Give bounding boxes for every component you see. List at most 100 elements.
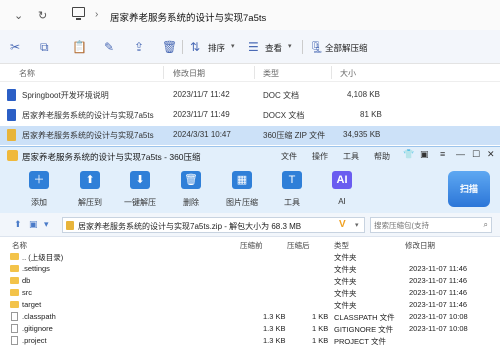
copy-icon[interactable]: ⧉ — [40, 40, 49, 55]
skin-icon[interactable]: 👕 — [403, 149, 414, 160]
image-compress-label: 图片压缩 — [226, 198, 258, 207]
paste-icon[interactable]: 📋 — [72, 40, 87, 54]
extract-icon: ⬆ — [80, 171, 100, 189]
archive-search-input[interactable] — [374, 219, 479, 231]
divider — [182, 40, 183, 54]
archive-row[interactable]: .project 1.3 KB 1 KB PROJECT 文件 — [0, 335, 500, 347]
chevron-down-icon[interactable]: ▾ — [231, 42, 235, 50]
entry-type: 文件夹 — [334, 265, 357, 274]
entry-modified: 2023-11-07 11:46 — [409, 264, 468, 273]
sort-icon[interactable]: ⇅ — [190, 40, 200, 54]
v-badge-icon[interactable]: V — [339, 219, 346, 230]
search-icon[interactable]: ⌕ — [484, 220, 488, 230]
close-icon[interactable]: ✕ — [487, 149, 495, 160]
archive-address-bar: ⬆ ▣ ▾ 居家养老服务系统的设计与实现7a5ts.zip - 解包大小为 68… — [0, 213, 500, 237]
chevron-down-icon[interactable]: ▾ — [355, 221, 359, 229]
chevron-right-icon[interactable]: › — [95, 9, 98, 20]
entry-packed: 1 KB — [312, 336, 329, 345]
column-type[interactable]: 类型 — [263, 68, 279, 79]
folder-nav-icon[interactable]: ▣ — [29, 219, 38, 230]
column-type[interactable]: 类型 — [334, 240, 349, 251]
delete-label: 删除 — [183, 198, 199, 207]
tools-button[interactable]: T 工具 — [269, 167, 315, 209]
one-click-extract-button[interactable]: ⬇ 一键解压 — [117, 167, 163, 209]
file-name: 居家养老服务系统的设计与实现7a5ts — [22, 111, 154, 120]
file-name: Springboot开发环境说明 — [22, 91, 109, 100]
extract-all-button[interactable]: 全部解压缩 — [325, 42, 368, 54]
archive-row[interactable]: db 文件夹 2023-11-07 11:46 — [0, 275, 500, 287]
tools-label: 工具 — [284, 198, 300, 207]
entry-size: 1.3 KB — [263, 324, 286, 333]
chevron-down-icon[interactable]: ▾ — [44, 219, 49, 230]
plus-icon: ＋ — [29, 171, 49, 189]
archive-row[interactable]: .. (上级目录) 文件夹 — [0, 251, 500, 263]
entry-name: .gitignore — [22, 324, 53, 333]
file-row-selected[interactable]: 居家养老服务系统的设计与实现7a5ts 2024/3/31 10:47 360压… — [0, 126, 500, 145]
minimize-icon[interactable]: — — [456, 149, 465, 159]
entry-name: src — [22, 288, 32, 297]
cut-icon[interactable]: ✂ — [10, 40, 20, 54]
archive-row[interactable]: .classpath 1.3 KB 1 KB CLASSPATH 文件 2023… — [0, 311, 500, 323]
entry-modified: 2023-11-07 11:46 — [409, 288, 468, 297]
maximize-icon[interactable]: ☐ — [472, 149, 480, 160]
share-icon[interactable]: ⇪ — [134, 40, 144, 54]
sort-button[interactable]: 排序 — [208, 42, 225, 54]
feedback-icon[interactable]: ▣ — [420, 149, 429, 160]
delete-button[interactable]: 🗑 删除 — [168, 167, 214, 209]
entry-type: CLASSPATH 文件 — [334, 313, 395, 322]
delete-icon[interactable]: 🗑 — [162, 40, 177, 54]
divider — [254, 66, 255, 79]
menu-file[interactable]: 文件 — [281, 151, 297, 162]
entry-size: 1.3 KB — [263, 312, 286, 321]
archive-search-box[interactable]: ⌕ — [370, 217, 492, 233]
extract-to-label: 解压到 — [78, 198, 102, 207]
add-button[interactable]: ＋ 添加 — [16, 167, 62, 209]
column-modified[interactable]: 修改日期 — [173, 68, 205, 79]
file-row[interactable]: Springboot开发环境说明 2023/11/7 11:42 DOC 文档 … — [0, 86, 500, 105]
arrow-down-icon[interactable]: ⌄ — [14, 9, 23, 22]
archive-row[interactable]: target 文件夹 2023-11-07 11:46 — [0, 299, 500, 311]
archive-row[interactable]: src 文件夹 2023-11-07 11:46 — [0, 287, 500, 299]
menu-help[interactable]: 帮助 — [374, 151, 390, 162]
file-icon — [11, 336, 18, 345]
image-compress-button[interactable]: ▦ 图片压缩 — [219, 167, 265, 209]
breadcrumb[interactable]: 居家养老服务系统的设计与实现7a5ts — [110, 10, 266, 24]
archive-path: 居家养老服务系统的设计与实现7a5ts.zip - 解包大小为 68.3 MB — [78, 222, 302, 231]
entry-name: .. (上级目录) — [22, 253, 64, 262]
refresh-icon[interactable]: ↻ — [38, 9, 47, 22]
menu-tools[interactable]: 工具 — [343, 151, 359, 162]
view-button[interactable]: 查看 — [265, 42, 282, 54]
archive-ribbon: ＋ 添加 ⬆ 解压到 ⬇ 一键解压 🗑 删除 ▦ 图片压缩 T 工具 AI AI… — [0, 165, 500, 213]
column-packed[interactable]: 压缩后 — [287, 240, 310, 251]
column-name[interactable]: 名称 — [12, 240, 27, 251]
file-name: 居家养老服务系统的设计与实现7a5ts — [22, 131, 154, 140]
chevron-down-icon[interactable]: ▾ — [288, 42, 292, 50]
rename-icon[interactable]: ✎ — [104, 40, 114, 54]
add-label: 添加 — [31, 198, 47, 207]
up-arrow-icon[interactable]: ⬆ — [14, 219, 22, 230]
docx-file-icon — [7, 109, 16, 121]
column-name[interactable]: 名称 — [19, 68, 35, 79]
image-compress-icon: ▦ — [232, 171, 252, 189]
archive-path-box[interactable]: 居家养老服务系统的设计与实现7a5ts.zip - 解包大小为 68.3 MB … — [62, 217, 365, 233]
file-icon — [11, 324, 18, 333]
menu-operate[interactable]: 操作 — [312, 151, 328, 162]
entry-type: GITIGNORE 文件 — [334, 325, 394, 334]
extract-to-button[interactable]: ⬆ 解压到 — [67, 167, 113, 209]
file-row[interactable]: 居家养老服务系统的设计与实现7a5ts 2023/11/7 11:49 DOCX… — [0, 106, 500, 125]
column-modified[interactable]: 修改日期 — [405, 240, 435, 251]
ai-button[interactable]: AI AI — [319, 167, 365, 209]
scan-button[interactable]: 扫描 — [448, 171, 490, 207]
360-zip-app-icon — [7, 150, 18, 161]
archive-row[interactable]: .gitignore 1.3 KB 1 KB GITIGNORE 文件 2023… — [0, 323, 500, 335]
this-pc-icon[interactable] — [72, 7, 85, 20]
file-size: 81 KB — [360, 110, 382, 119]
column-size[interactable]: 大小 — [340, 68, 356, 79]
menu-icon[interactable]: ≡ — [440, 149, 445, 159]
view-icon[interactable]: ☰ — [248, 40, 259, 54]
extract-all-icon[interactable]: 🗜 — [309, 40, 324, 54]
column-size[interactable]: 压缩前 — [240, 240, 263, 251]
archive-row[interactable]: .settings 文件夹 2023-11-07 11:46 — [0, 263, 500, 275]
entry-modified: 2023-11-07 10:08 — [409, 324, 468, 333]
divider — [163, 66, 164, 79]
